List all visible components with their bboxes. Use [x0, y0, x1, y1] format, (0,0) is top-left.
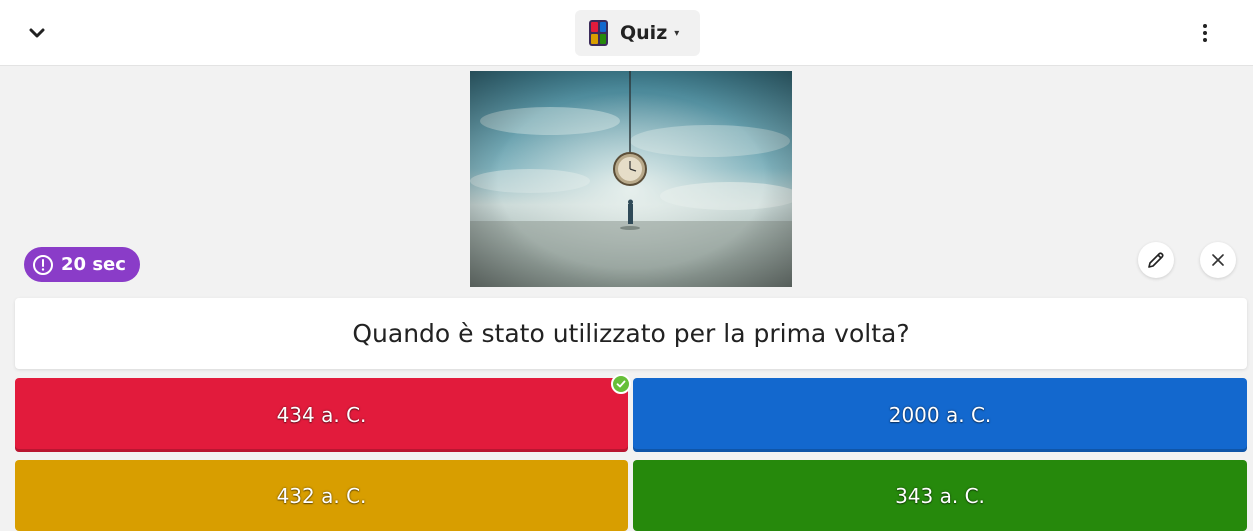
answer-option-green[interactable]: 343 a. C. [633, 460, 1247, 531]
answer-text: 434 a. C. [276, 403, 367, 427]
time-limit-label: 20 sec [61, 254, 126, 275]
more-options-button[interactable] [1192, 20, 1218, 46]
question-image [470, 71, 792, 287]
close-icon [1212, 254, 1224, 266]
collapse-button[interactable] [22, 20, 52, 46]
answer-text: 343 a. C. [895, 483, 985, 508]
clock-icon [33, 254, 53, 275]
answer-text: 2000 a. C. [888, 403, 992, 427]
dropdown-caret-icon: ▾ [674, 27, 680, 39]
question-type-label: Quiz [620, 22, 668, 44]
question-box[interactable]: Quando è stato utilizzato per la prima v… [15, 298, 1247, 369]
answer-option-yellow[interactable]: 432 a. C. [15, 460, 628, 531]
chevron-down-icon [29, 28, 45, 38]
top-bar: Quiz ▾ [0, 0, 1253, 66]
time-limit-badge[interactable]: 20 sec [24, 247, 140, 282]
check-circle-icon [611, 374, 631, 394]
more-vertical-icon [1203, 24, 1207, 28]
answer-text: 432 a. C. [276, 483, 367, 508]
edit-button[interactable] [1138, 242, 1174, 278]
answer-option-red[interactable]: 434 a. C. [15, 378, 628, 452]
remove-image-button[interactable] [1200, 242, 1236, 278]
answer-option-blue[interactable]: 2000 a. C. [633, 378, 1247, 452]
quiz-type-icon [589, 20, 608, 46]
pencil-icon [1148, 252, 1164, 268]
question-text: Quando è stato utilizzato per la prima v… [352, 319, 910, 348]
question-type-dropdown[interactable]: Quiz ▾ [575, 10, 700, 56]
